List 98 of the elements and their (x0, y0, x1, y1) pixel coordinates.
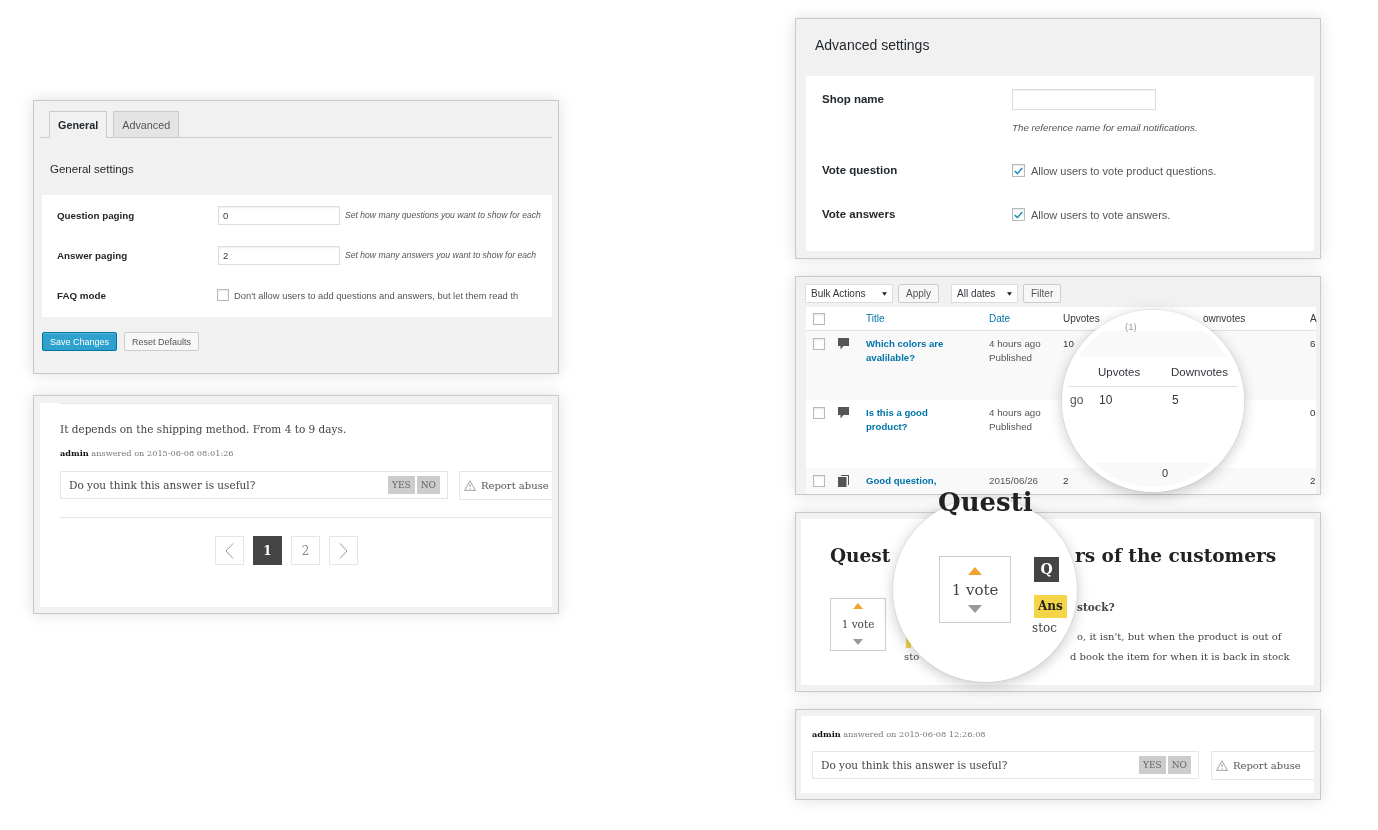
heading-text: Quest (830, 544, 891, 568)
page-button[interactable]: 2 (291, 536, 320, 565)
chevron-left-icon (225, 542, 234, 559)
column-header: (1) (1125, 321, 1137, 332)
caret-down-icon (1007, 291, 1012, 296)
checkbox-label: Allow users to vote product questions. (1031, 164, 1217, 177)
checkbox[interactable] (813, 338, 825, 350)
question-link[interactable]: Good question, (866, 474, 937, 488)
checkbox-label: Don't allow users to add questions and answers, but let them read th (234, 289, 519, 301)
vote-button[interactable]: YES (388, 476, 415, 494)
table-cell: 0 (1310, 406, 1316, 420)
field-description: Set how many answers you want to show for each (345, 250, 537, 260)
answer-meta: admin answered on 2015-06-08 12:26:08 (812, 728, 987, 740)
date-text: go (1070, 394, 1084, 407)
down-triangle-icon[interactable] (968, 605, 982, 613)
vote-button[interactable]: YES (1139, 756, 1166, 774)
column-sort-link[interactable]: Title (866, 313, 885, 324)
vote-count: 1 vote (951, 581, 999, 599)
down-triangle-icon[interactable] (853, 639, 863, 645)
vote-button[interactable]: NO (1167, 756, 1191, 774)
warning-icon (1216, 760, 1228, 771)
question-text: Do you think this answer is useful? (821, 759, 1009, 771)
tab[interactable]: Advanced (113, 111, 180, 137)
input-field[interactable] (1012, 89, 1156, 110)
question-text: stock? (1077, 601, 1115, 613)
answer-text: sto (904, 651, 920, 663)
table-cell: 6 (1310, 337, 1316, 351)
page-button[interactable]: 1 (253, 536, 282, 565)
table-cell: 10 (1099, 394, 1113, 407)
checkmark-icon (1014, 210, 1023, 219)
vote-count: 1 vote (841, 618, 875, 631)
question-link[interactable]: Is this a good product? (866, 406, 966, 434)
answer-text: stoc (1032, 621, 1057, 635)
heading-text: rs of the customers (1075, 544, 1277, 568)
checkbox[interactable] (217, 289, 229, 301)
table-cell: 10 (1063, 337, 1074, 351)
column-header: Downvotes (1171, 365, 1228, 379)
chevron-right-icon (339, 542, 348, 559)
table-cell: 2 (1310, 474, 1316, 488)
warning-icon (464, 480, 476, 491)
answer-label: Ans (1034, 595, 1067, 618)
field-label: Question paging (57, 209, 136, 221)
previous-page-button[interactable] (215, 536, 244, 565)
speech-bubble-icon (838, 407, 849, 419)
answer-text: o, it isn't, but when the product is out of (1077, 631, 1282, 643)
checkbox-label: Allow users to vote answers. (1031, 208, 1171, 221)
checkbox[interactable] (1012, 164, 1025, 177)
table-cell: 2 (1063, 474, 1069, 488)
reset-button[interactable]: Reset Defaults (124, 332, 200, 351)
column-sort-link[interactable]: Date (989, 313, 1011, 324)
report-button[interactable]: Report abuse (459, 471, 552, 500)
vote-button[interactable]: NO (416, 476, 440, 494)
table-cell: 0 (1162, 467, 1169, 480)
up-triangle-icon[interactable] (968, 567, 982, 575)
status-text: Published (989, 420, 1033, 434)
checkbox[interactable] (1012, 208, 1025, 221)
date-text: 4 hours ago (989, 337, 1041, 351)
toolbar-button[interactable]: Filter (1023, 284, 1062, 303)
checkbox[interactable] (813, 475, 825, 487)
documents-icon (838, 475, 849, 487)
report-button[interactable]: Report abuse (1211, 751, 1314, 780)
checkbox[interactable] (813, 312, 825, 325)
field-label: Vote answers (822, 207, 896, 222)
column-header: A (1310, 313, 1317, 324)
heading-text: Questi (938, 488, 1033, 516)
column-header: ownvotes (1203, 313, 1246, 324)
up-triangle-icon[interactable] (853, 603, 863, 609)
toolbar-button[interactable]: Apply (898, 284, 939, 303)
field-description: Set how many questions you want to show for each (345, 210, 541, 220)
status-text: Published (989, 351, 1033, 365)
dropdown[interactable]: Bulk Actions (805, 284, 893, 303)
table-cell: 5 (1172, 394, 1179, 407)
date-text: 2015/06/26 (989, 474, 1039, 488)
dropdown[interactable]: All dates (951, 284, 1018, 303)
caret-down-icon (882, 291, 887, 296)
field-label: Shop name (822, 92, 884, 107)
speech-bubble-icon (838, 338, 849, 350)
checkbox[interactable] (813, 407, 825, 419)
answer-meta: admin answered on 2015-06-08 08:01:26 (60, 447, 235, 460)
answer-text: d book the item for when it is back in stock (1070, 651, 1290, 663)
field-label: Answer paging (57, 249, 129, 261)
column-header: Upvotes (1063, 313, 1100, 324)
field-description: The reference name for email notifications. (1012, 122, 1198, 134)
question-text: Do you think this answer is useful? (69, 479, 257, 491)
tab[interactable]: General (49, 111, 108, 138)
section-heading: General settings (50, 162, 135, 177)
answer-text: It depends on the shipping method. From 4 to 9 days. (60, 422, 348, 437)
input-field[interactable]: 2 (218, 245, 340, 265)
section-heading: Advanced settings (815, 36, 930, 54)
input-field[interactable]: 0 (218, 205, 340, 225)
question-link[interactable]: Which colors are avalilable? (866, 337, 966, 365)
next-page-button[interactable] (329, 536, 358, 565)
checkmark-icon (1014, 166, 1023, 175)
column-header: Upvotes (1098, 365, 1141, 379)
field-label: Vote question (822, 163, 898, 178)
question-badge: Q (1034, 557, 1059, 582)
date-text: 4 hours ago (989, 406, 1041, 420)
field-label: FAQ mode (57, 289, 107, 301)
